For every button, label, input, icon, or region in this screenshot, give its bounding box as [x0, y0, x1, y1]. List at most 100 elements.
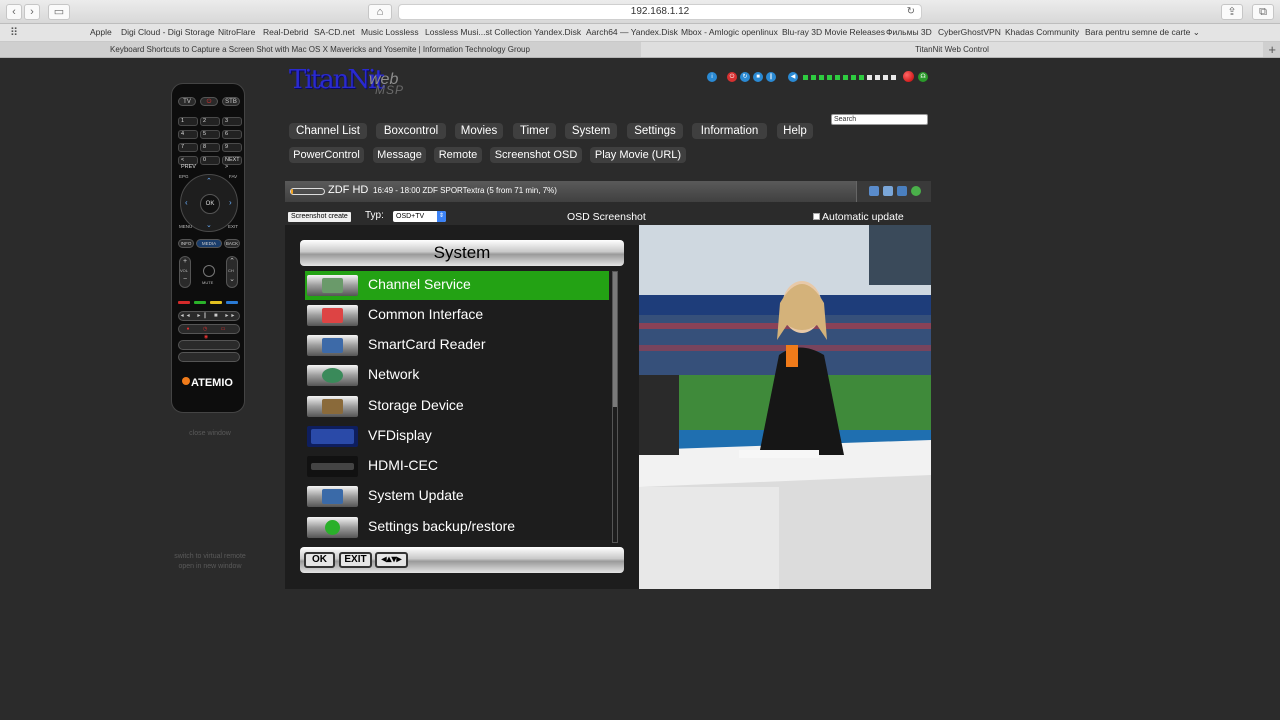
remote-mute-button[interactable]	[203, 265, 215, 277]
bookmark-item[interactable]: Digi Cloud - Digi Storage	[121, 27, 215, 37]
remote-red-key[interactable]	[178, 301, 190, 304]
bookmark-item[interactable]: NitroFlare	[218, 27, 255, 37]
volume-segment[interactable]	[819, 75, 824, 80]
home-icon[interactable]: ⌂	[368, 4, 392, 20]
forward-button[interactable]: ›	[24, 4, 40, 20]
dpad-left-icon[interactable]: ‹	[185, 198, 188, 207]
save-icon[interactable]	[897, 186, 907, 196]
sidebar-icon[interactable]: ▭	[48, 4, 70, 20]
remote-num-9[interactable]: 9	[222, 143, 242, 152]
info-status-icon[interactable]: i	[707, 72, 717, 82]
tv-stream-icon[interactable]	[869, 186, 879, 196]
osd-scrollbar[interactable]	[612, 271, 618, 543]
screenshot-create-button[interactable]: Screenshot create	[288, 212, 351, 222]
remote-blue-key[interactable]	[226, 301, 238, 304]
nav-settings[interactable]: Settings	[627, 123, 683, 139]
nav-system[interactable]: System	[565, 123, 617, 139]
remote-back-button[interactable]: BACK	[224, 239, 240, 248]
grid-icon[interactable]: ⠿	[10, 26, 18, 39]
osd-arrows-button[interactable]: ◂▴▾▸	[375, 552, 408, 568]
volume-segment[interactable]	[883, 75, 888, 80]
record-icon[interactable]	[903, 71, 914, 82]
volume-icon[interactable]: ◀	[788, 72, 798, 82]
osd-exit-button[interactable]: EXIT	[339, 552, 372, 568]
remote-prev-button[interactable]: < PREV	[178, 156, 198, 170]
osd-menu-item[interactable]: Settings backup/restore	[305, 513, 609, 542]
bookmark-item[interactable]: Blu-ray 3D Movie Releases	[782, 27, 885, 37]
remote-num-7[interactable]: 7	[178, 143, 198, 152]
web-icon[interactable]	[911, 186, 921, 196]
nav-timer[interactable]: Timer	[513, 123, 556, 139]
nav-boxcontrol[interactable]: Boxcontrol	[376, 123, 446, 139]
reload-icon[interactable]: ↻	[907, 5, 915, 19]
remote-yellow-key[interactable]	[210, 301, 222, 304]
signal-icon[interactable]: ☊	[918, 72, 928, 82]
back-button[interactable]: ‹	[6, 4, 22, 20]
remote-fav-label[interactable]: FAV	[229, 174, 237, 179]
volume-segment[interactable]	[891, 75, 896, 80]
pause-status-icon[interactable]: ∥	[766, 72, 776, 82]
nav-play-movie[interactable]: Play Movie (URL)	[590, 147, 686, 163]
automatic-update-toggle[interactable]: Automatic update	[813, 211, 904, 223]
share-icon[interactable]: ⇪	[1221, 4, 1243, 20]
osd-menu-item[interactable]: Channel Service	[305, 271, 609, 300]
remote-transport-row[interactable]: ◂◂ ▸∥ ■ ▸▸	[178, 311, 240, 321]
bookmark-item[interactable]: Фильмы 3D	[886, 27, 932, 37]
volume-segment[interactable]	[867, 75, 872, 80]
tabs-overview-icon[interactable]: ⧉	[1252, 4, 1274, 20]
remote-num-2[interactable]: 2	[200, 117, 220, 126]
refresh-status-icon[interactable]: ↻	[740, 72, 750, 82]
remote-num-6[interactable]: 6	[222, 130, 242, 139]
remote-num-3[interactable]: 3	[222, 117, 242, 126]
remote-func-row-2[interactable]	[178, 352, 240, 362]
remote-num-5[interactable]: 5	[200, 130, 220, 139]
osd-menu-item[interactable]: Storage Device	[305, 392, 609, 421]
osd-menu-item[interactable]: Network	[305, 361, 609, 390]
remote-num-8[interactable]: 8	[200, 143, 220, 152]
new-tab-button[interactable]: +	[1268, 42, 1276, 57]
volume-segment[interactable]	[875, 75, 880, 80]
channel-name[interactable]: ZDF HD	[328, 184, 368, 196]
bookmark-item[interactable]: Bara pentru semne de carte ⌄	[1085, 27, 1200, 38]
osd-menu-item[interactable]: VFDisplay	[305, 422, 609, 451]
url-bar[interactable]: 192.168.1.12 ↻	[398, 4, 922, 20]
volume-segment[interactable]	[835, 75, 840, 80]
typ-select[interactable]: OSD+TV ⇕	[393, 211, 446, 222]
bookmark-item[interactable]: Mbox - Amlogic openlinux	[681, 27, 778, 37]
dpad-down-icon[interactable]: ⌄	[206, 221, 212, 229]
remote-exit-label[interactable]: EXIT	[228, 224, 238, 229]
nav-information[interactable]: Information	[692, 123, 767, 139]
bookmark-item[interactable]: Aarch64 — Yandex.Disk	[586, 27, 678, 37]
remote-num-1[interactable]: 1	[178, 117, 198, 126]
osd-menu-item[interactable]: Common Interface	[305, 301, 609, 330]
remote-menu-label[interactable]: MENU	[179, 224, 192, 229]
bookmark-item[interactable]: Yandex.Disk	[534, 27, 581, 37]
osd-menu-item[interactable]: System Update	[305, 482, 609, 511]
nav-message[interactable]: Message	[373, 147, 426, 163]
stop-status-icon[interactable]: ■	[753, 72, 763, 82]
remote-func-row-1[interactable]	[178, 340, 240, 350]
dpad-up-icon[interactable]: ⌃	[206, 177, 212, 185]
switch-remote-link[interactable]: switch to virtual remote open in new win…	[160, 552, 260, 572]
remote-info-button[interactable]: INFO	[178, 239, 194, 248]
epg-icon[interactable]	[883, 186, 893, 196]
bookmark-item[interactable]: SA-CD.net	[314, 27, 355, 37]
osd-scroll-thumb[interactable]	[613, 272, 617, 407]
osd-ok-button[interactable]: OK	[304, 552, 335, 568]
power-status-icon[interactable]: ⏻	[727, 72, 737, 82]
dpad-right-icon[interactable]: ›	[229, 198, 232, 207]
remote-record-row[interactable]: ● ◷ ▭ ◉	[178, 324, 240, 340]
tab-titannit[interactable]: TitanNit Web Control	[641, 42, 1263, 57]
remote-next-button[interactable]: NEXT >	[222, 156, 242, 170]
volume-segment[interactable]	[827, 75, 832, 80]
remote-epg-label[interactable]: EPG	[179, 174, 189, 179]
remote-num-0[interactable]: 0	[200, 156, 220, 165]
bookmark-item[interactable]: Lossless Musi...st Collection	[425, 27, 532, 37]
nav-movies[interactable]: Movies	[455, 123, 503, 139]
automatic-update-checkbox[interactable]	[813, 213, 820, 220]
osd-menu-item[interactable]: SmartCard Reader	[305, 331, 609, 360]
remote-stb-button[interactable]: STB	[222, 97, 240, 106]
bookmark-item[interactable]: Real-Debrid	[263, 27, 308, 37]
remote-power-button[interactable]: ⏻	[200, 97, 218, 106]
nav-channel-list[interactable]: Channel List	[289, 123, 367, 139]
